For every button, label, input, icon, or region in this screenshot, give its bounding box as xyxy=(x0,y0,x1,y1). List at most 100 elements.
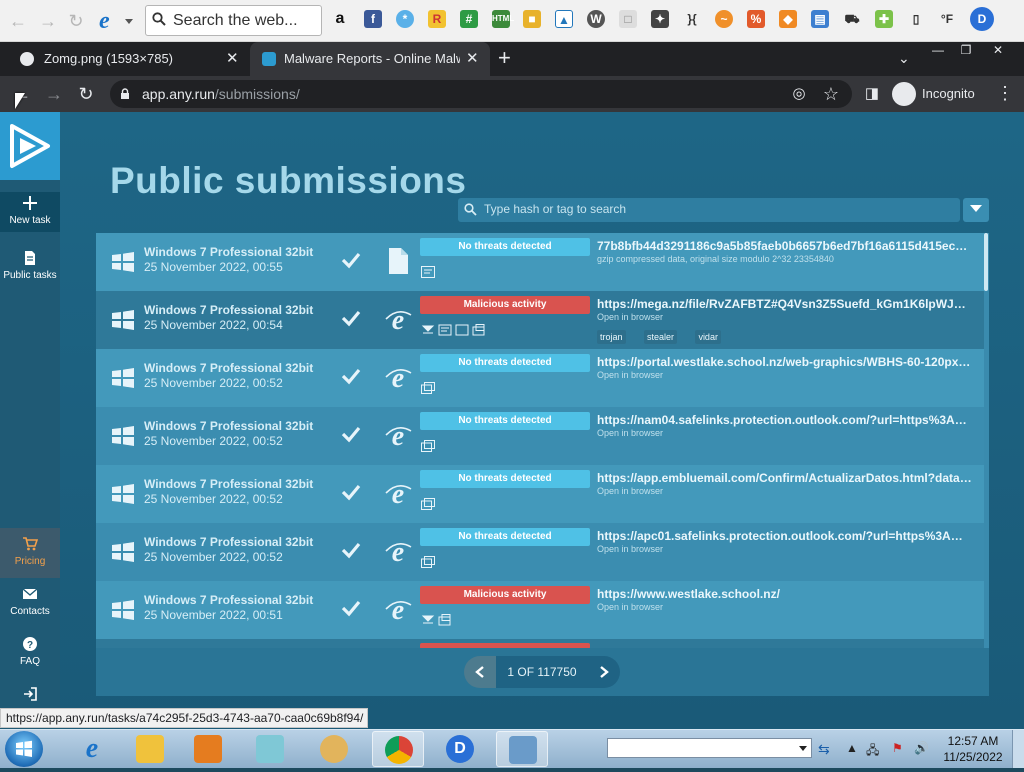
taskbar-chrome[interactable] xyxy=(372,731,424,767)
graph-extension-icon[interactable]: ✦ xyxy=(651,10,669,28)
folder-extension-icon[interactable]: ■ xyxy=(523,10,541,28)
taskbar-clock[interactable]: 12:57 AM 11/25/2022 xyxy=(938,733,1008,765)
omnibox[interactable]: app.any.run/submissions/ xyxy=(110,80,852,108)
bookmark-star-icon[interactable]: ☆ xyxy=(820,83,842,105)
document-extension-icon[interactable]: ▤ xyxy=(811,10,829,28)
task-date: 25 November 2022, 00:52 xyxy=(144,434,283,448)
tab-malware-reports[interactable]: Malware Reports - Online Malwa ✕ xyxy=(250,42,490,76)
taskbar-notepad[interactable] xyxy=(244,731,296,767)
html-extension-icon[interactable]: HTML xyxy=(492,10,514,28)
puzzle-extension-icon[interactable]: # xyxy=(460,10,478,28)
taskbar-network-tool[interactable] xyxy=(496,731,548,767)
tab-zomg[interactable]: Zomg.png (1593×785) ✕ xyxy=(0,42,250,76)
web-search-box[interactable]: Search the web... xyxy=(145,5,322,36)
next-page-button[interactable] xyxy=(588,656,620,688)
anyrun-logo[interactable] xyxy=(0,112,60,180)
forward-arrow-icon[interactable]: → xyxy=(37,10,59,32)
table-row[interactable]: Windows 7 Professional 32bit 25 November… xyxy=(96,349,984,407)
back-arrow-icon[interactable]: ← xyxy=(7,10,29,32)
table-row[interactable]: Windows 7 Professional 32bit 25 November… xyxy=(96,291,984,349)
sidebar-item-pricing[interactable]: Pricing xyxy=(0,528,60,578)
show-desktop-button[interactable] xyxy=(1012,730,1024,768)
tag-chip[interactable]: stealer xyxy=(643,330,677,344)
car-extension-icon[interactable]: ⛟ xyxy=(843,10,861,28)
close-icon[interactable]: ✕ xyxy=(226,49,239,67)
hash-tag-search-input[interactable]: Type hash or tag to search xyxy=(458,198,960,222)
windows-flag-icon xyxy=(16,740,32,757)
taskbar-d-app[interactable]: D xyxy=(434,731,486,767)
tray-expand-icon[interactable]: ▲ xyxy=(846,741,858,755)
taskbar-paint[interactable] xyxy=(308,731,360,767)
percent-extension-icon[interactable]: % xyxy=(747,10,765,28)
submission-link[interactable]: https://app.embluemail.com/Confirm/Actua… xyxy=(597,471,972,485)
search-placeholder: Type hash or tag to search xyxy=(484,202,627,216)
table-row[interactable]: Windows 7 Professional 32bit 25 November… xyxy=(96,523,984,581)
tag-chip[interactable]: vidar xyxy=(695,330,721,344)
d-extension-icon[interactable]: D xyxy=(970,7,994,31)
minimize-button[interactable]: — xyxy=(924,42,952,60)
blank-extension-icon[interactable]: □ xyxy=(619,10,637,28)
sidebar-item-new-task[interactable]: New task xyxy=(0,192,60,232)
filter-button[interactable] xyxy=(963,198,989,222)
menu-kebab-icon[interactable]: ⋮ xyxy=(996,83,1014,104)
restore-button[interactable]: ❐ xyxy=(952,42,980,60)
flame-extension-icon[interactable]: ◆ xyxy=(779,10,797,28)
tag-chip[interactable]: trojan xyxy=(597,330,626,344)
page-indicator: 1 OF 117750 xyxy=(496,656,588,688)
facebook-icon[interactable]: f xyxy=(364,10,382,28)
list-scrollbar[interactable] xyxy=(984,233,988,291)
sidebar-item-faq[interactable]: ? FAQ xyxy=(0,636,60,676)
weather-icon[interactable]: * xyxy=(396,10,414,28)
windows-logo-icon xyxy=(112,368,134,388)
svg-text:e: e xyxy=(392,363,404,391)
sidebar-label: Public tasks xyxy=(3,270,57,281)
table-row[interactable]: Windows 7 Professional 32bit 25 November… xyxy=(96,233,984,291)
table-row[interactable]: Windows 7 Professional 32bit 25 November… xyxy=(96,407,984,465)
submission-link[interactable]: https://nam04.safelinks.protection.outlo… xyxy=(597,413,972,427)
new-tab-button[interactable]: + xyxy=(498,46,511,70)
refresh-arrows-icon[interactable]: ⇆ xyxy=(818,741,830,758)
file-icon xyxy=(389,248,408,274)
android-extension-icon[interactable]: ✚ xyxy=(875,10,893,28)
close-icon[interactable]: ✕ xyxy=(466,49,479,67)
volume-icon[interactable]: 🔊 xyxy=(914,741,929,755)
triangle-extension-icon[interactable]: ▲ xyxy=(555,10,573,28)
web-search-placeholder: Search the web... xyxy=(173,12,298,29)
submission-link[interactable]: https://portal.westlake.school.nz/web-gr… xyxy=(597,355,972,369)
taskbar-media[interactable] xyxy=(182,731,234,767)
submission-link[interactable]: https://apc01.safelinks.protection.outlo… xyxy=(597,529,972,543)
r-extension-icon[interactable]: R xyxy=(428,10,446,28)
sidebar-item-contacts[interactable]: Contacts xyxy=(0,586,60,626)
amazon-icon[interactable]: a xyxy=(331,10,349,28)
brackets-extension-icon[interactable]: }{ xyxy=(683,10,701,28)
sidebar-item-public-tasks[interactable]: Public tasks xyxy=(0,250,60,290)
chevron-down-icon xyxy=(125,19,133,24)
taskbar-address-input[interactable] xyxy=(607,738,812,758)
side-panel-icon[interactable]: ◨ xyxy=(861,83,883,105)
forward-button[interactable]: → xyxy=(43,83,65,105)
refresh-icon[interactable]: ↻ xyxy=(65,10,87,32)
eye-off-icon[interactable]: ◎ xyxy=(788,83,810,105)
start-button[interactable] xyxy=(5,731,43,767)
sidebar-item-login[interactable] xyxy=(0,686,60,706)
fahrenheit-extension-icon[interactable]: °F xyxy=(938,10,956,28)
submission-link[interactable]: https://www.westlake.school.nz/ xyxy=(597,587,972,601)
action-center-icon[interactable]: ⚑ xyxy=(892,741,903,755)
wordpress-icon[interactable]: W xyxy=(587,10,605,28)
table-row[interactable]: Windows 7 Professional 32bit 25 November… xyxy=(96,465,984,523)
table-row[interactable]: Windows 7 Professional 32bit 25 November… xyxy=(96,581,984,639)
network-icon[interactable]: 🖧 xyxy=(866,741,879,762)
taskbar-explorer[interactable] xyxy=(124,731,176,767)
orange-circle-extension-icon[interactable]: ~ xyxy=(715,10,733,28)
taskbar-ie[interactable]: e xyxy=(66,731,118,767)
submission-link[interactable]: 77b8bfb44d3291186c9a5b85faeb0b6657b6ed7b… xyxy=(597,239,972,253)
ie-dropdown-button[interactable]: e xyxy=(99,8,137,34)
close-window-button[interactable]: ✕ xyxy=(984,42,1012,60)
table-row-partial[interactable] xyxy=(96,639,984,648)
submission-link[interactable]: https://mega.nz/file/RvZAFBTZ#Q4Vsn3Z5Su… xyxy=(597,297,972,311)
reload-button[interactable]: ↻ xyxy=(75,83,97,105)
phone-extension-icon[interactable]: ▯ xyxy=(907,10,925,28)
notepad-icon xyxy=(256,735,284,763)
prev-page-button[interactable] xyxy=(464,656,496,688)
tab-search-chevron-icon[interactable]: ⌄ xyxy=(898,50,910,67)
